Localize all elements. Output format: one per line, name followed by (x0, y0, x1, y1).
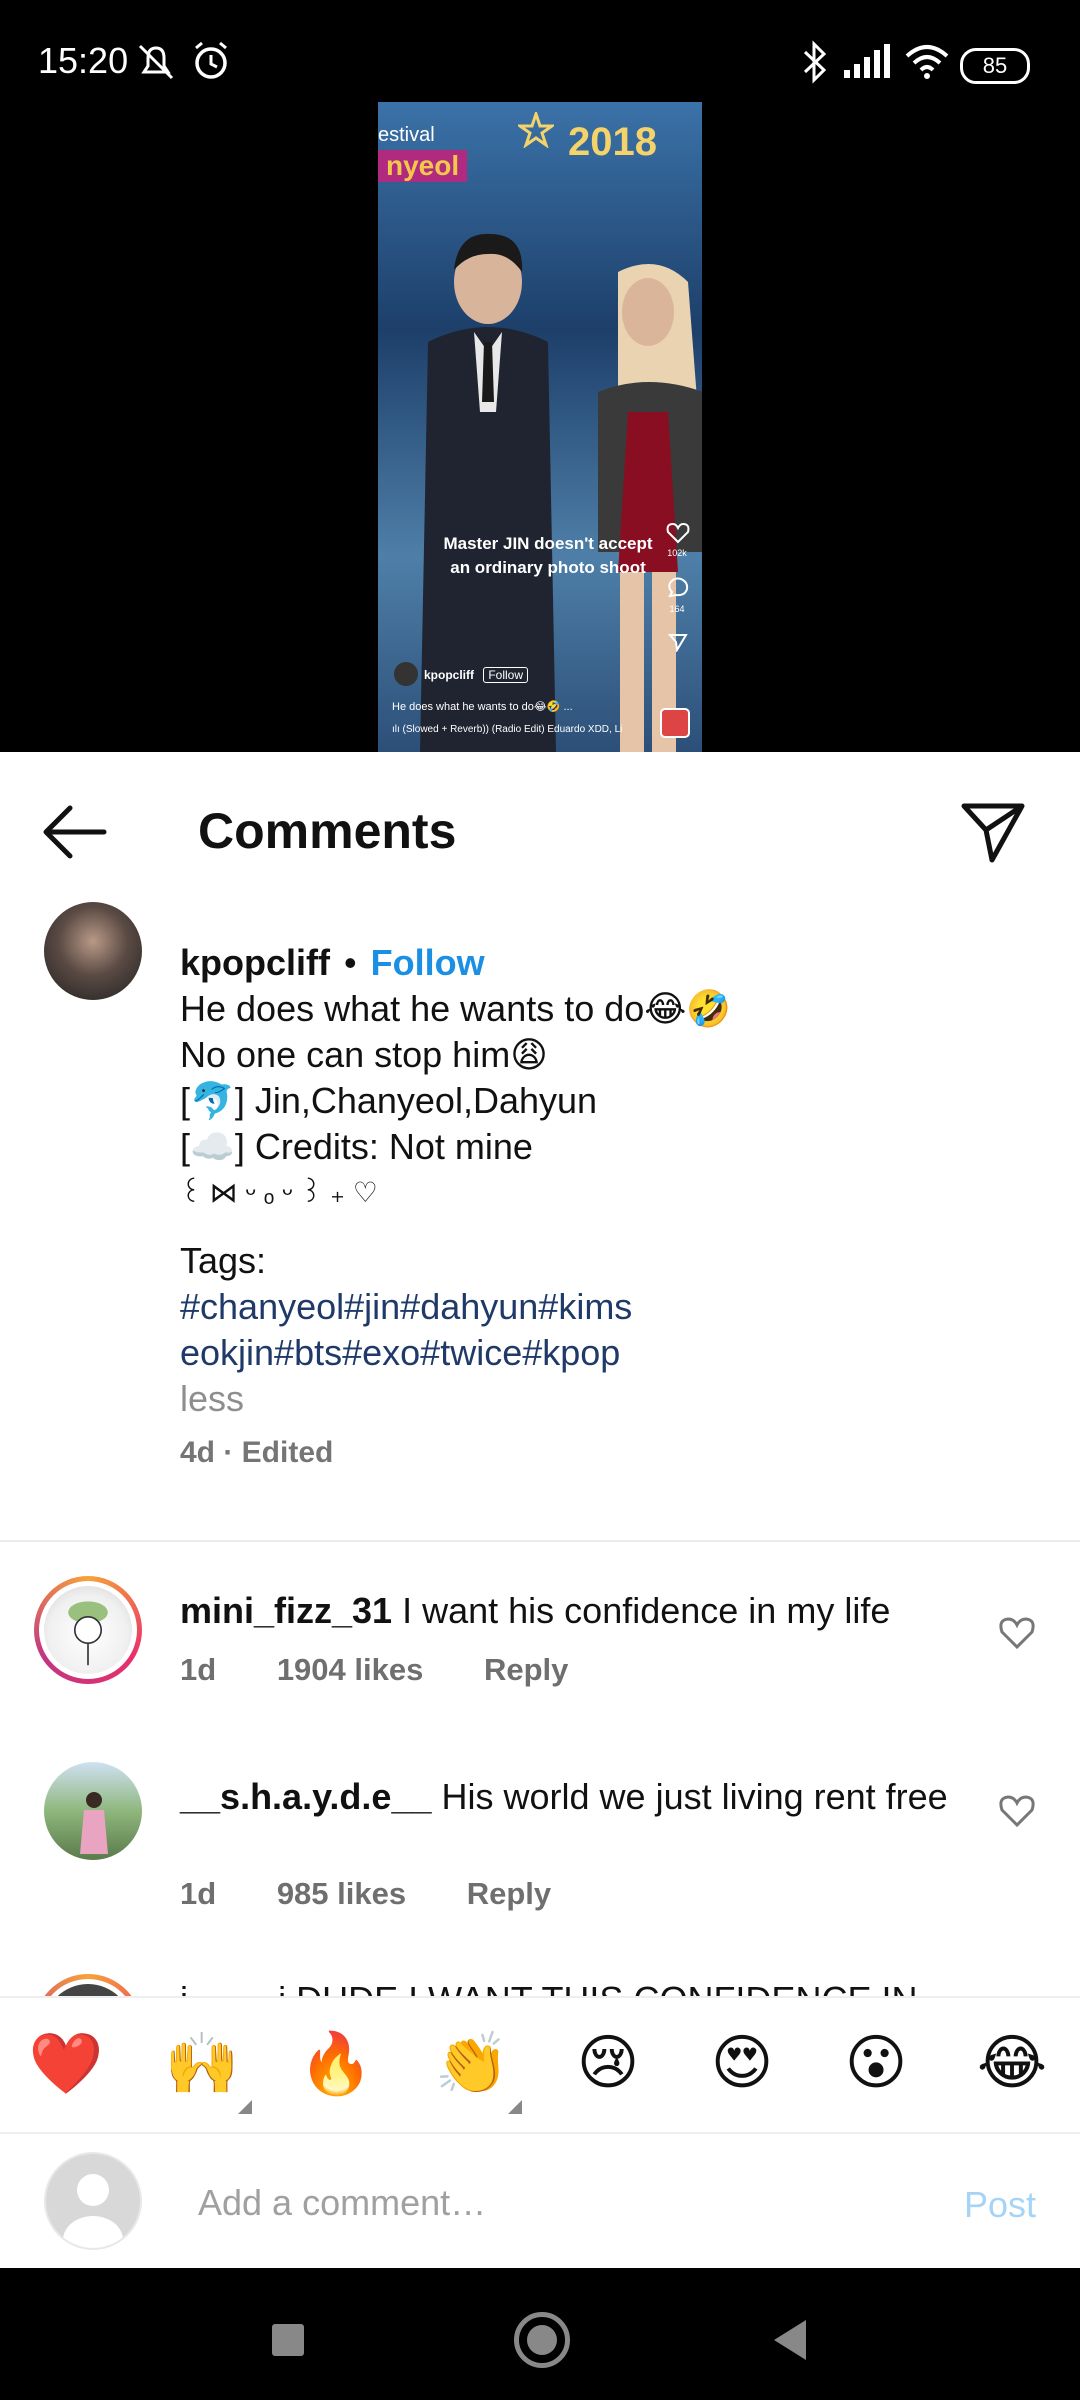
alarm-icon (195, 41, 227, 79)
comment-likes[interactable]: 985 likes (277, 1876, 406, 1911)
like-heart-icon[interactable] (998, 1794, 1036, 1828)
post-button[interactable]: Post (964, 2184, 1036, 2226)
system-nav-bar (0, 2268, 1080, 2400)
video-like-icon (666, 522, 690, 544)
emoji-laughing-button[interactable]: 😂 (972, 2028, 1052, 2098)
tags-label: Tags: (180, 1240, 267, 1281)
comment-meta-row: 1d 985 likes Reply (180, 1876, 603, 1912)
comment-compose-bar: Add a comment… Post (0, 2132, 1080, 2270)
home-button[interactable] (514, 2312, 570, 2368)
video-festival-text: estival (378, 124, 435, 146)
bell-muted-icon (138, 44, 174, 80)
comment-body: __s.h.a.y.d.e__ His world we just living… (180, 1774, 960, 1820)
status-bar: 15:20 85 (0, 0, 1080, 100)
frog-hat-avatar-icon (68, 1601, 108, 1666)
caption-text-block: kpopcliff • Follow He does what he wants t… (180, 940, 1020, 1476)
comment-meta-row: 1d 1904 likes Reply (180, 1652, 620, 1688)
recents-button[interactable] (272, 2324, 304, 2356)
comment-username[interactable]: __s.h.a.y.d.e__ (180, 1776, 432, 1817)
emoji-clapping-button[interactable]: 👏 (432, 2028, 512, 2099)
video-overlay-text: Master JIN doesn't accept an ordinary ph… (438, 532, 658, 580)
emoji-fire-button[interactable]: 🔥 (296, 2028, 376, 2099)
separator-dot: • (344, 942, 357, 983)
video-name-fragment: nyeol (378, 150, 468, 182)
comment-age: 1d (180, 1876, 217, 1911)
emoji-heart-button[interactable]: ❤️ (26, 2028, 106, 2099)
caption-line: [🐬] Jin,Chanyeol,Dahyun (180, 1080, 598, 1121)
caption-username[interactable]: kpopcliff (180, 942, 330, 983)
caption-meta: 4d · Edited (180, 1436, 334, 1469)
default-avatar-icon (63, 2174, 123, 2248)
battery-indicator: 85 (960, 48, 1030, 84)
emoji-raised-hands-button[interactable]: 🙌 (162, 2028, 242, 2099)
divider (0, 1540, 1080, 1542)
comment-age: 1d (180, 1652, 217, 1687)
reply-button[interactable]: Reply (467, 1876, 551, 1911)
tags-line-2[interactable]: eokjin#bts#exo#twice#kpop (180, 1330, 1020, 1376)
video-comment-count: 164 (669, 604, 685, 614)
tags-line-1[interactable]: #chanyeol#jin#dahyun#kims (180, 1284, 1020, 1330)
back-arrow-icon[interactable] (40, 802, 110, 862)
video-caption: He does what he wants to do😂🤣 ... (392, 701, 573, 713)
share-icon[interactable] (958, 796, 1028, 866)
comment-avatar-ring[interactable] (34, 1576, 142, 1684)
status-time: 15:20 (38, 40, 129, 81)
skin-tone-indicator-icon (238, 2100, 252, 2114)
reel-video[interactable]: estival nyeol 2018 Master JIN doesn't ac… (378, 102, 702, 752)
caption-line: [☁️] Credits: Not mine (180, 1126, 533, 1167)
my-avatar (44, 2152, 142, 2250)
add-comment-input[interactable]: Add a comment… (198, 2182, 486, 2224)
skin-tone-indicator-icon (508, 2100, 522, 2114)
video-overlay-line-1: Master JIN doesn't accept (443, 534, 653, 553)
comments-title: Comments (198, 803, 457, 859)
video-share-icon (668, 634, 688, 652)
back-button[interactable] (774, 2320, 806, 2360)
less-link[interactable]: less (180, 1376, 1020, 1422)
comment-avatar (44, 1586, 132, 1674)
music-thumbnail (660, 708, 690, 738)
star-decoration-icon (518, 112, 554, 148)
comments-header: Comments (0, 752, 1080, 902)
caption-line: ꒰ ⋈ ᵕ ₒ ᵕ ꒱ ₊ ♡ (180, 1177, 378, 1208)
comment-avatar[interactable] (44, 1762, 142, 1860)
reply-button[interactable]: Reply (484, 1652, 568, 1687)
comment-username[interactable]: mini_fizz_31 (180, 1590, 392, 1631)
caption-line: No one can stop him😩 (180, 1034, 548, 1075)
follow-button[interactable]: Follow (371, 942, 485, 983)
person-photo-icon (80, 1792, 108, 1854)
comment-text: I want his confidence in my life (402, 1590, 891, 1631)
comment-item: mini_fizz_31 I want his confidence in my… (0, 1570, 1080, 1720)
video-like-count: 102k (667, 548, 687, 558)
signal-icon (844, 44, 890, 78)
video-year-text: 2018 (568, 120, 657, 164)
video-music: ılı (Slowed + Reverb)) (Radio Edit) Edua… (392, 724, 623, 735)
video-follow-button[interactable]: Follow (483, 667, 529, 683)
video-person-woman (598, 264, 702, 752)
like-heart-icon[interactable] (998, 1616, 1036, 1650)
emoji-heart-eyes-button[interactable]: 😍 (702, 2028, 782, 2098)
caption-avatar[interactable] (44, 902, 142, 1000)
comment-likes[interactable]: 1904 likes (277, 1652, 424, 1687)
comment-body: mini_fizz_31 I want his confidence in my… (180, 1588, 960, 1634)
caption-line: He does what he wants to do😂🤣 (180, 988, 732, 1029)
bluetooth-icon (803, 40, 827, 84)
comment-text: His world we just living rent free (441, 1776, 948, 1817)
emoji-reaction-bar: ❤️ 🙌 🔥 👏 😢 😍 😮 😂 (0, 1996, 1080, 2132)
emoji-surprised-button[interactable]: 😮 (836, 2028, 916, 2098)
video-overlay-line-2: an ordinary photo shoot (450, 558, 646, 577)
video-comment-icon (668, 577, 689, 598)
comment-item: __s.h.a.y.d.e__ His world we just living… (0, 1762, 1080, 1952)
video-user-avatar (394, 662, 418, 686)
video-username: kpopcliff Follow (424, 667, 529, 683)
video-username-text: kpopcliff (424, 668, 474, 682)
post-caption: kpopcliff • Follow He does what he wants t… (0, 902, 1080, 1469)
wifi-icon (905, 45, 949, 79)
emoji-crying-button[interactable]: 😢 (568, 2028, 648, 2098)
